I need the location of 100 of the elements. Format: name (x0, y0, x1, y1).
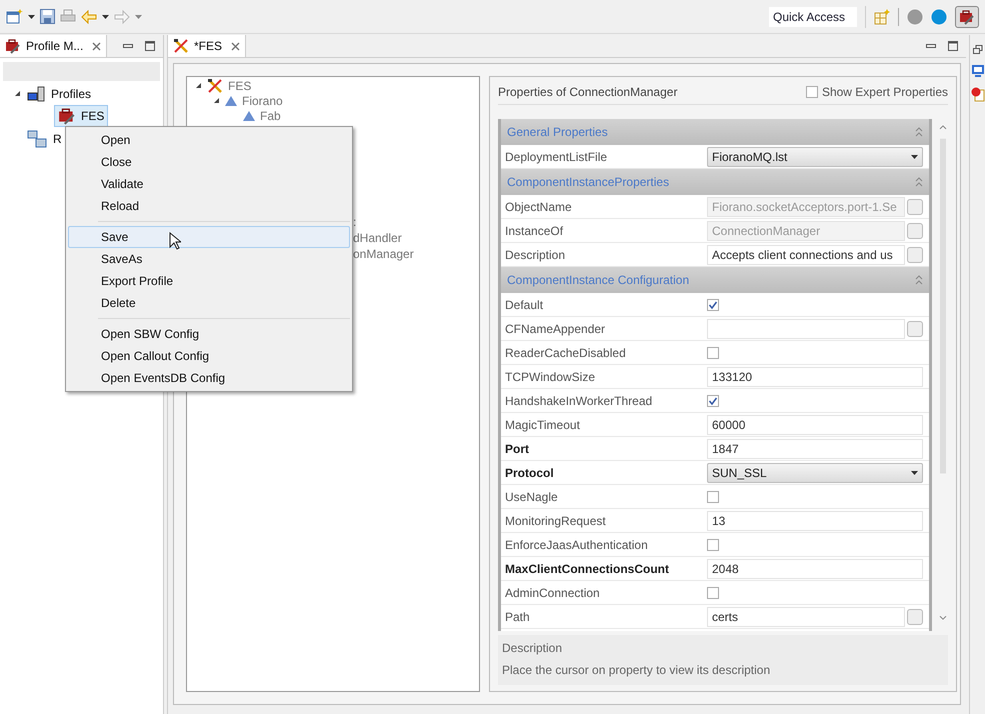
circle-icon[interactable] (907, 8, 923, 24)
dropdown[interactable]: SUN_SSL (707, 462, 923, 482)
collapse-icon[interactable] (915, 177, 923, 187)
checkbox[interactable] (707, 394, 719, 406)
triangle-icon (243, 110, 255, 120)
property-label: TCPWindowSize (504, 368, 596, 386)
property-label: Default (504, 296, 544, 314)
menu-item[interactable]: Open Callout Config (68, 345, 350, 367)
text-field[interactable]: 60000 (707, 414, 923, 434)
triangle-icon (225, 96, 237, 106)
collapse-icon[interactable] (915, 127, 923, 137)
property-label: Description (504, 246, 566, 264)
expanded-arrow-icon[interactable] (14, 90, 21, 97)
property-label: MaxClientConnectionsCount (504, 560, 670, 578)
tree-item[interactable]: Fiorano (242, 92, 283, 110)
property-label: MagicTimeout (504, 416, 581, 434)
perspective-button[interactable] (955, 6, 979, 28)
menu-item[interactable]: Delete (68, 292, 350, 314)
text-field[interactable]: 2048 (707, 558, 923, 578)
toolbox-icon (959, 8, 975, 24)
caret-icon (911, 154, 918, 158)
maximize-icon[interactable] (145, 41, 155, 51)
collapse-icon[interactable] (915, 275, 923, 285)
round-badge-icon[interactable] (931, 8, 947, 24)
checkbox[interactable] (707, 490, 719, 502)
checkbox[interactable] (707, 298, 719, 310)
menu-item[interactable]: Open EventsDB Config (68, 367, 350, 389)
browse-button[interactable] (907, 608, 923, 624)
property-label: Path (504, 608, 531, 626)
error-log-icon[interactable] (970, 87, 984, 102)
dropdown[interactable]: FioranoMQ.lst (707, 146, 923, 166)
minimize-icon[interactable] (123, 44, 133, 48)
checkbox[interactable] (707, 346, 719, 358)
tree-item[interactable]: Fab (260, 106, 281, 124)
tree-item[interactable]: Profiles (51, 84, 92, 102)
menu-item[interactable]: Open (68, 129, 350, 151)
tree-item[interactable]: dHandler (353, 229, 402, 245)
property-label: CFNameAppender (504, 320, 606, 338)
caret-icon[interactable] (102, 14, 109, 18)
tree-item[interactable]: FES (54, 105, 108, 127)
printer-icon[interactable] (60, 9, 76, 24)
tree-item[interactable]: : (353, 213, 356, 229)
menu-item[interactable]: Save (68, 226, 350, 248)
forward-arrow-icon[interactable] (114, 10, 130, 24)
property-label: EnforceJaasAuthentication (504, 536, 649, 554)
menu-item[interactable]: SaveAs (68, 248, 350, 270)
browse-button[interactable] (907, 320, 923, 336)
tree-item[interactable]: onManager (353, 245, 414, 261)
description-text: Place the cursor on property to view its description (502, 662, 772, 679)
checkbox-label: Show Expert Properties (822, 84, 948, 100)
checkbox[interactable] (707, 538, 719, 550)
text-field[interactable]: 133120 (707, 366, 923, 386)
tree-item[interactable]: FES (228, 76, 252, 94)
property-label: ObjectName (504, 198, 573, 216)
text-field[interactable]: 13 (707, 510, 923, 530)
menu-item[interactable]: Validate (68, 173, 350, 195)
expanded-arrow-icon[interactable] (213, 97, 220, 104)
grid-add-icon[interactable] (874, 8, 890, 24)
properties-title: Properties of ConnectionManager (498, 84, 678, 100)
property-label: HandshakeInWorkerThread (504, 392, 654, 410)
property-label: Protocol (504, 464, 555, 482)
property-label: Port (504, 440, 530, 458)
toolbox-icon (58, 107, 76, 125)
menu-item[interactable]: Reload (68, 195, 350, 217)
text-field[interactable]: certs (707, 606, 905, 626)
property-label: AdminConnection (504, 584, 601, 602)
browse-button[interactable] (907, 246, 923, 262)
property-label: InstanceOf (504, 222, 564, 240)
menu-item[interactable]: Open SBW Config (68, 323, 350, 345)
text-field[interactable]: Accepts client connections and us (707, 244, 905, 264)
caret-icon[interactable] (28, 14, 35, 18)
close-icon[interactable] (92, 42, 102, 50)
server-icon (27, 86, 45, 102)
show-expert-checkbox[interactable] (806, 86, 818, 98)
checkbox[interactable] (707, 586, 719, 598)
property-label: MonitoringRequest (504, 512, 607, 530)
network-icon (27, 130, 47, 148)
quick-access-field[interactable]: Quick Access (769, 6, 857, 26)
save-icon[interactable] (40, 9, 55, 24)
tree-item[interactable]: R (53, 130, 62, 148)
close-icon[interactable] (231, 42, 240, 50)
property-label: ReaderCacheDisabled (504, 344, 627, 362)
expanded-arrow-icon[interactable] (195, 82, 202, 89)
text-field[interactable]: 1847 (707, 438, 923, 458)
toolbox-icon (5, 38, 21, 54)
back-arrow-icon[interactable] (81, 10, 97, 24)
minimize-icon[interactable] (926, 44, 936, 48)
description-title: Description (502, 640, 564, 657)
text-field[interactable] (707, 318, 905, 338)
view-tab[interactable]: Profile M... (0, 35, 108, 57)
mouse-cursor-icon (169, 232, 181, 250)
monitor-icon[interactable] (970, 64, 984, 78)
new-window-icon[interactable] (6, 8, 23, 24)
property-label: DeploymentListFile (504, 148, 608, 166)
menu-item[interactable]: Export Profile (68, 270, 350, 292)
editor-tab[interactable]: *FES (168, 35, 246, 57)
property-label: UseNagle (504, 488, 559, 506)
restore-icon[interactable] (972, 45, 982, 55)
menu-item[interactable]: Close (68, 151, 350, 173)
maximize-icon[interactable] (948, 41, 958, 51)
